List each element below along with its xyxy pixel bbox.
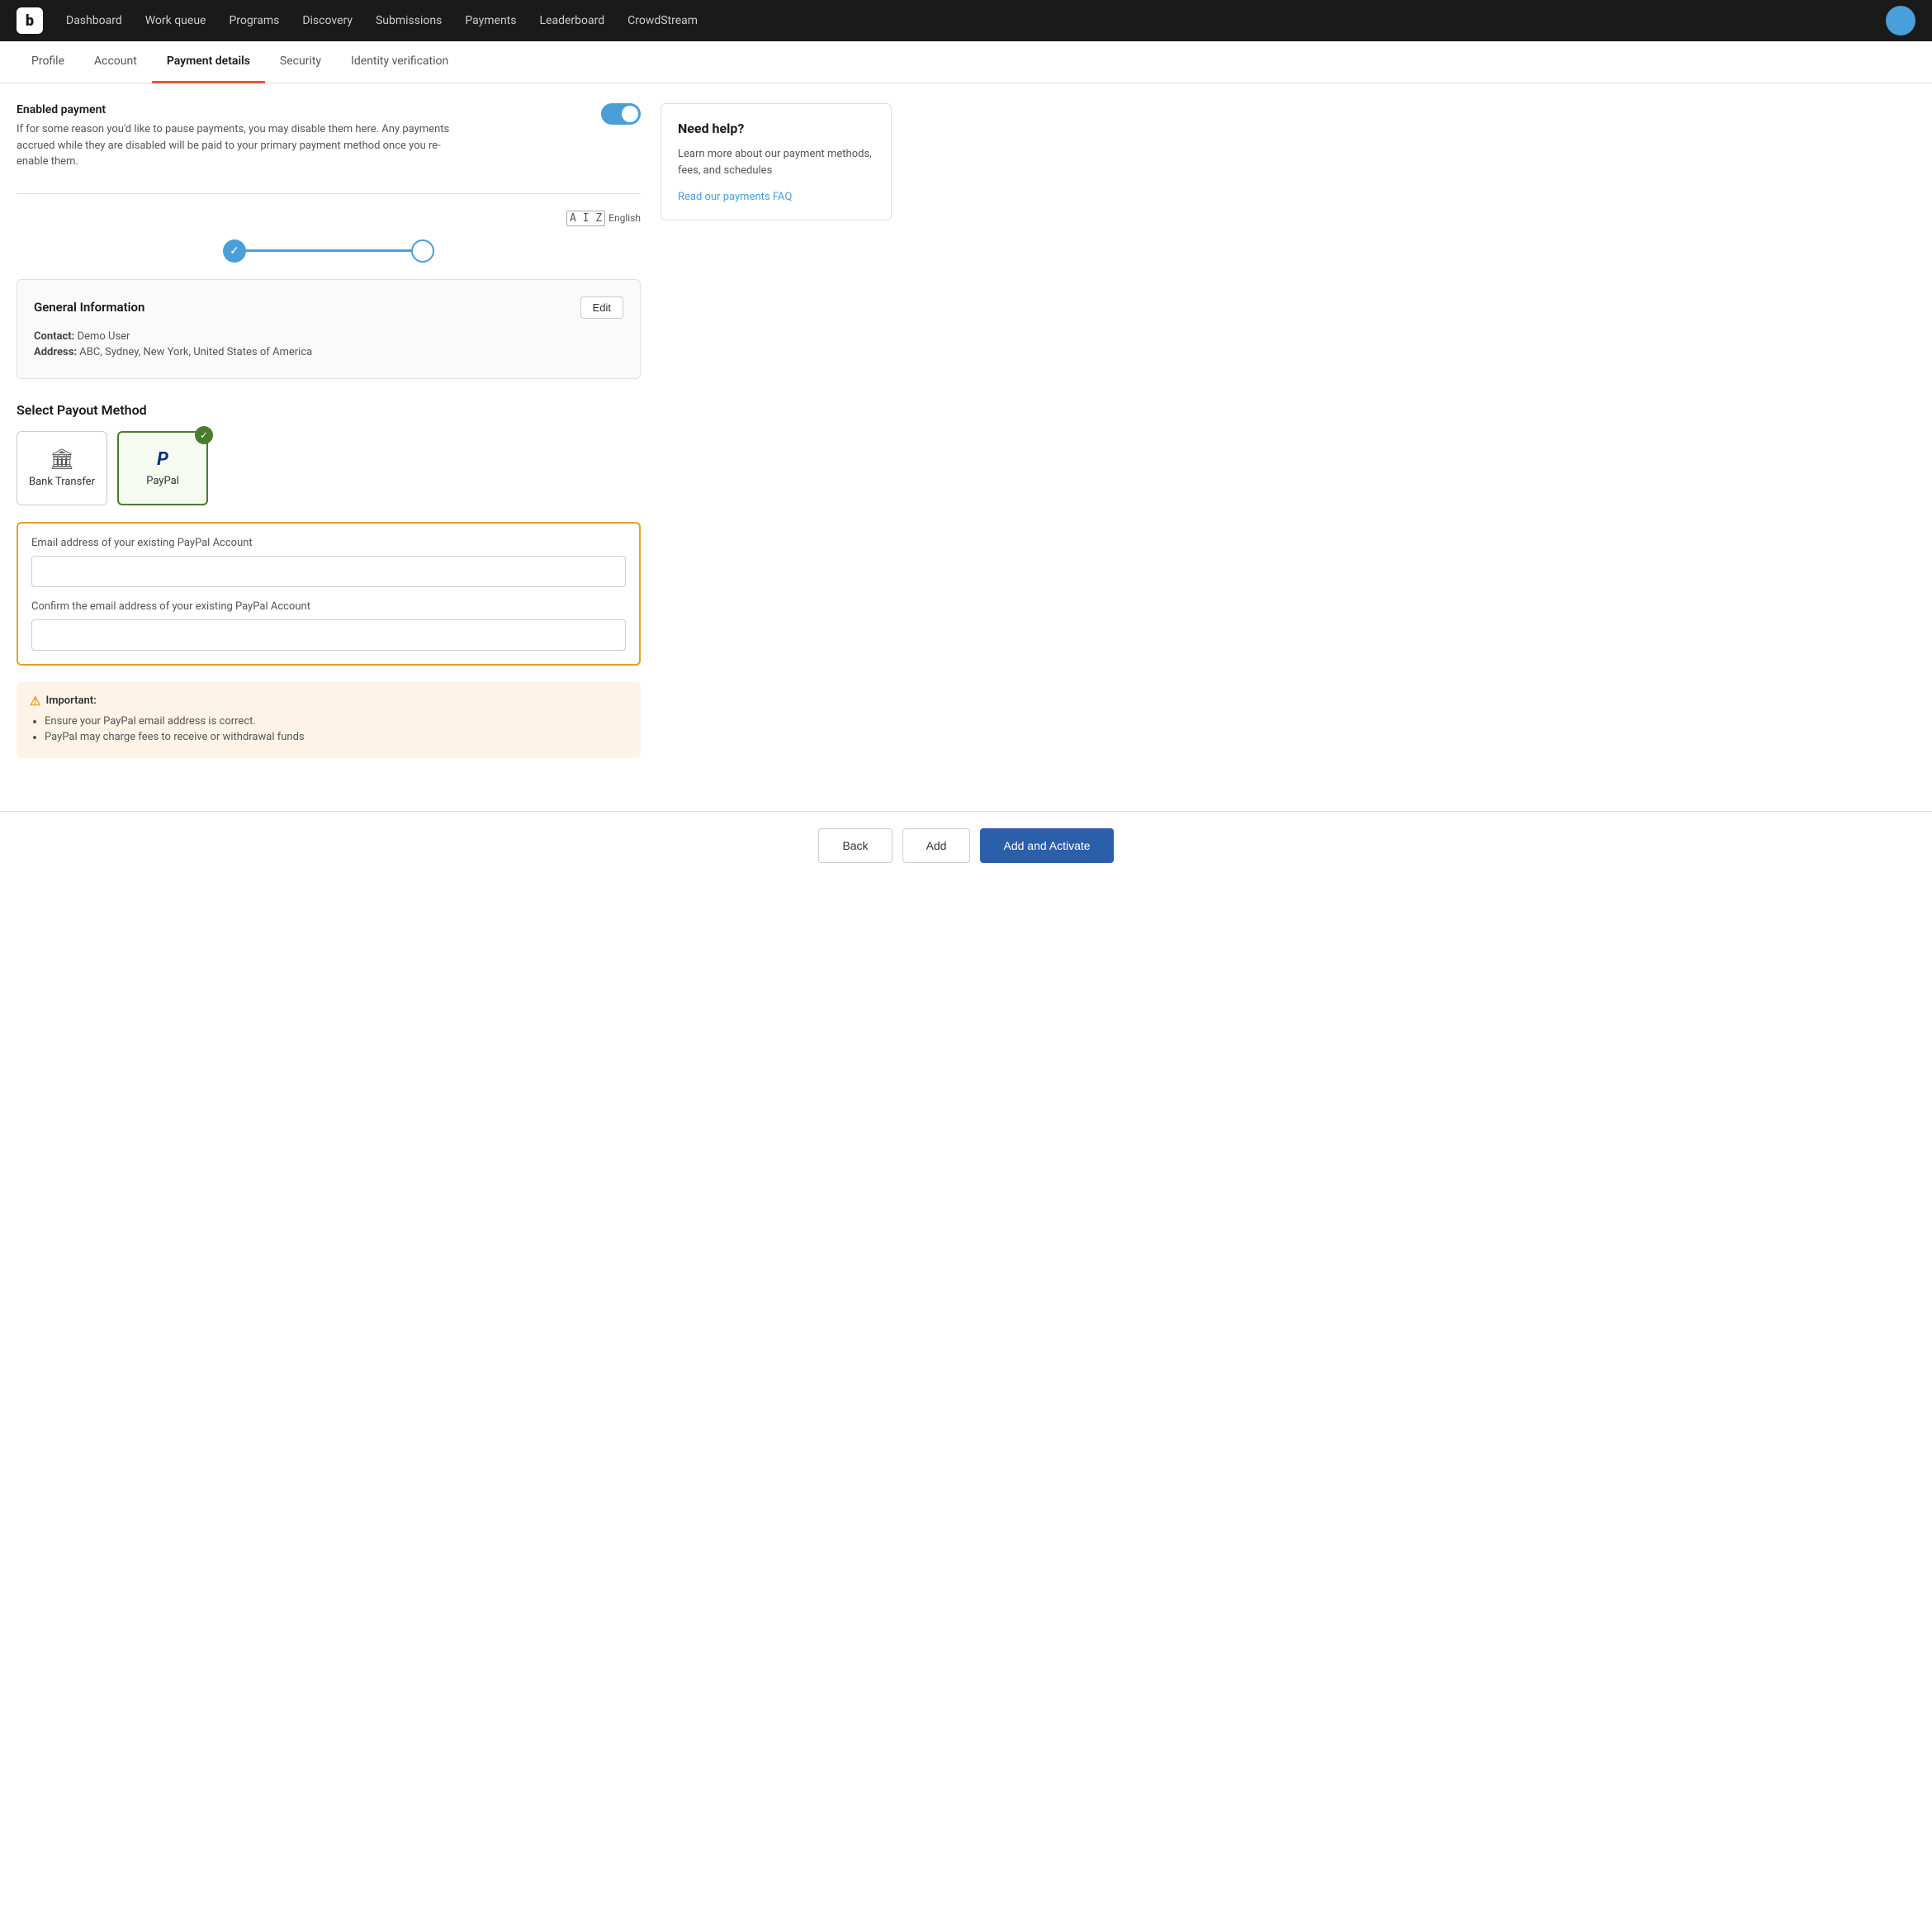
step-line [246,249,411,252]
toggle-thumb [622,106,638,122]
nav-dashboard[interactable]: Dashboard [56,9,132,32]
app-logo: b [17,7,43,34]
paypal-confirm-email-input[interactable] [31,619,626,651]
paypal-selected-check: ✓ [195,426,213,444]
nav-leaderboard[interactable]: Leaderboard [530,9,615,32]
toggle-track[interactable] [601,103,641,125]
notice-item-1: Ensure your PayPal email address is corr… [45,715,627,728]
back-button[interactable]: Back [818,828,892,863]
main-layout: Enabled payment If for some reason you'd… [0,83,908,778]
info-card-title: General Information [34,300,144,315]
email-field-label: Email address of your existing PayPal Ac… [31,537,626,549]
paypal-form: Email address of your existing PayPal Ac… [17,522,641,666]
tab-security[interactable]: Security [265,41,336,83]
sidebar: Need help? Learn more about our payment … [661,103,892,758]
notice-item-2: PayPal may charge fees to receive or wit… [45,731,627,743]
tab-account[interactable]: Account [79,41,152,83]
confirm-email-label: Confirm the email address of your existi… [31,600,626,613]
footer-buttons: Back Add Add and Activate [0,811,1932,879]
notice-list: Ensure your PayPal email address is corr… [30,715,627,743]
stepper: ✓ [17,239,641,263]
address-value-text: ABC, Sydney, New York, United States of … [79,346,312,358]
nav-submissions[interactable]: Submissions [366,9,452,32]
important-notice: ⚠ Important: Ensure your PayPal email ad… [17,682,641,758]
user-avatar[interactable] [1886,6,1915,36]
enabled-payment-section: Enabled payment If for some reason you'd… [17,103,641,170]
tab-payment-details[interactable]: Payment details [152,41,265,83]
tab-identity-verification[interactable]: Identity verification [336,41,463,83]
enabled-payment-title: Enabled payment [17,103,462,116]
section-divider [17,193,641,194]
add-button[interactable]: Add [902,828,971,863]
paypal-icon: P [157,449,168,470]
nav-crowdstream[interactable]: CrowdStream [618,9,708,32]
help-card: Need help? Learn more about our payment … [661,103,892,220]
address-line: Address: ABC, Sydney, New York, United S… [34,346,623,358]
notice-title-text: Important: [45,695,96,707]
warning-icon: ⚠ [30,694,40,709]
tab-profile[interactable]: Profile [17,41,79,83]
enabled-payment-text: Enabled payment If for some reason you'd… [17,103,462,170]
payout-methods: 🏛 Bank Transfer ✓ P PayPal [17,431,641,505]
notice-title: ⚠ Important: [30,694,627,709]
enabled-payment-description: If for some reason you'd like to pause p… [17,121,462,170]
paypal-email-input[interactable] [31,556,626,587]
payout-section-title: Select Payout Method [17,402,641,418]
address-label: Address: [34,346,77,358]
nav-programs[interactable]: Programs [219,9,289,32]
language-label: English [608,212,641,224]
top-navigation: b Dashboard Work queue Programs Discover… [0,0,1932,41]
payment-toggle[interactable] [601,103,641,125]
edit-button[interactable]: Edit [580,296,623,319]
nav-payments[interactable]: Payments [455,9,526,32]
add-activate-button[interactable]: Add and Activate [980,828,1113,863]
help-link[interactable]: Read our payments FAQ [678,191,792,203]
paypal-label: PayPal [146,475,179,487]
bank-transfer-card[interactable]: 🏛 Bank Transfer [17,431,107,505]
step-2-indicator [411,239,434,263]
language-indicator[interactable]: A I Z English [566,211,641,226]
lang-icon: A I Z [566,211,605,226]
help-title: Need help? [678,121,874,136]
contact-label: Contact: [34,330,74,343]
nav-work-queue[interactable]: Work queue [135,9,216,32]
bank-transfer-label: Bank Transfer [29,476,95,488]
contact-line: Contact: Demo User [34,330,623,343]
nav-discovery[interactable]: Discovery [292,9,362,32]
paypal-card[interactable]: ✓ P PayPal [117,431,208,505]
bank-icon: 🏛 [50,448,74,471]
general-info-card: General Information Edit Contact: Demo U… [17,279,641,379]
step-1-indicator: ✓ [223,239,246,263]
payout-section: Select Payout Method 🏛 Bank Transfer ✓ P… [17,402,641,505]
contact-value-text: Demo User [78,330,130,343]
tab-bar: Profile Account Payment details Security… [0,41,1932,83]
main-content: Enabled payment If for some reason you'd… [17,103,641,758]
help-description: Learn more about our payment methods, fe… [678,146,874,178]
info-card-header: General Information Edit [34,296,623,319]
